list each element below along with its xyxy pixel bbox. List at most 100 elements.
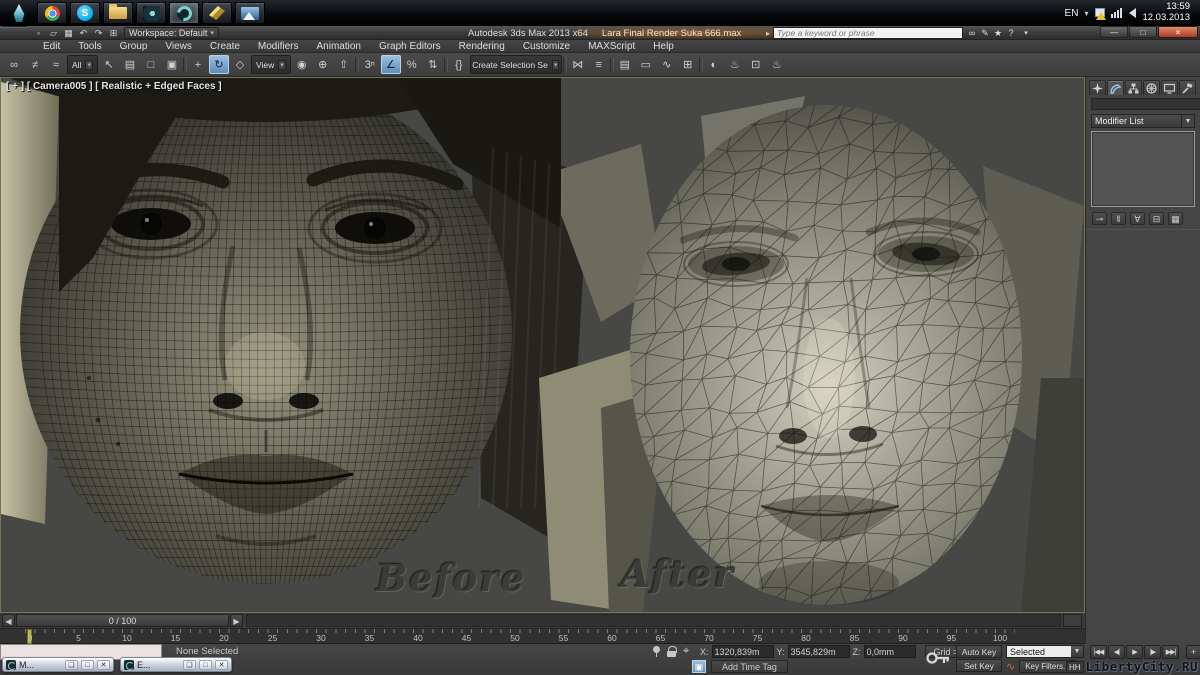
restore-window-icon[interactable]: ❏ — [65, 660, 78, 670]
select-and-move-icon[interactable]: + — [188, 55, 208, 74]
close-window-icon[interactable]: ✕ — [97, 660, 110, 670]
3dsmax-app-icon[interactable] — [169, 2, 199, 24]
goto-end-button[interactable]: ▶▶| — [1162, 645, 1179, 659]
tray-expand-icon[interactable]: ▾ — [1084, 9, 1088, 18]
time-slider-handle[interactable]: 0 / 100 — [16, 614, 229, 627]
curve-editor-icon[interactable]: ∿ — [657, 55, 677, 74]
toolbar-button[interactable] — [355, 57, 359, 73]
toolbar-button[interactable] — [183, 57, 187, 73]
menu-item[interactable]: Tools — [69, 40, 110, 53]
next-frame-button[interactable]: |▶ — [1144, 645, 1161, 659]
layer-manager-icon[interactable]: ▤ — [615, 55, 635, 74]
key-mode-toggle[interactable]: HH — [1066, 661, 1084, 673]
object-name-field[interactable] — [1091, 98, 1200, 110]
snaps-toggle-icon[interactable]: 3ⁿ — [360, 55, 380, 74]
menu-item[interactable]: Help — [644, 40, 683, 53]
menu-item[interactable]: Edit — [34, 40, 69, 53]
modifier-stack-list[interactable] — [1091, 131, 1195, 207]
window-crossing-icon[interactable]: ▣ — [162, 55, 182, 74]
open-file-icon[interactable]: ▱ — [47, 27, 60, 39]
speaker-icon[interactable] — [1129, 8, 1136, 18]
menu-item[interactable]: Views — [156, 40, 201, 53]
schematic-view-icon[interactable]: ⊞ — [678, 55, 698, 74]
utilities-tab[interactable] — [1179, 80, 1196, 95]
minimize-button[interactable]: — — [1100, 26, 1128, 38]
viewport-label[interactable]: [ + ] [ Camera005 ] [ Realistic + Edged … — [6, 81, 222, 92]
paint-app-icon[interactable] — [202, 2, 232, 24]
z-coordinate-field[interactable] — [864, 645, 916, 658]
render-setup-icon[interactable]: ♨ — [725, 55, 745, 74]
photo-viewer-icon[interactable] — [235, 2, 265, 24]
select-and-link-icon[interactable]: ∞ — [4, 55, 24, 74]
reference-coordinate-dropdown[interactable]: View — [251, 55, 291, 74]
select-and-scale-icon[interactable]: ◇ — [230, 55, 250, 74]
selection-lock-toggle-icon[interactable]: ▣ — [692, 660, 706, 673]
hierarchy-tab[interactable] — [1125, 80, 1142, 95]
modify-tab[interactable] — [1107, 80, 1124, 95]
menu-item[interactable]: Graph Editors — [370, 40, 450, 53]
toolbar-button[interactable] — [563, 57, 567, 73]
absolute-offset-toggle-icon[interactable]: ⌖ — [683, 646, 689, 657]
project-folder-icon[interactable]: ⊞ — [107, 27, 120, 39]
help-icon[interactable]: ? — [1005, 28, 1017, 39]
set-keys-key-icon[interactable] — [925, 646, 951, 670]
action-center-flag-icon[interactable] — [1094, 8, 1105, 19]
play-button[interactable]: ▶ — [1126, 645, 1143, 659]
favorites-icon[interactable]: ★ — [992, 28, 1004, 39]
material-editor-icon[interactable]: ◐ — [704, 55, 724, 74]
selection-filter-dropdown[interactable]: All — [67, 55, 98, 74]
slider-end-box[interactable] — [1063, 614, 1082, 627]
display-tab[interactable] — [1161, 80, 1178, 95]
remove-modifier-icon[interactable]: ⊟ — [1149, 212, 1164, 225]
configure-modifier-sets-icon[interactable]: ▦ — [1168, 212, 1183, 225]
minimized-window[interactable]: M... ❏ □ ✕ — [2, 657, 114, 672]
minimized-window[interactable]: E... ❏ □ ✕ — [120, 657, 232, 672]
restore-button[interactable]: □ — [1129, 26, 1157, 38]
make-unique-icon[interactable]: ∀ — [1130, 212, 1145, 225]
add-time-tag-button[interactable]: Add Time Tag — [711, 660, 788, 673]
select-and-rotate-icon[interactable]: ↻ — [209, 55, 229, 74]
set-key-button[interactable]: Set Key — [956, 659, 1002, 672]
maximize-window-icon[interactable]: □ — [81, 660, 94, 670]
launcher-flame-icon[interactable] — [4, 2, 34, 24]
render-production-icon[interactable]: ♨ — [767, 55, 787, 74]
explorer-folder-icon[interactable] — [103, 2, 133, 24]
menu-item[interactable]: MAXScript — [579, 40, 644, 53]
maximize-window-icon[interactable]: □ — [199, 660, 212, 670]
language-indicator[interactable]: EN — [1065, 8, 1079, 19]
track-bar[interactable]: 0510152025303540455055606570758085909510… — [0, 629, 1085, 644]
rendered-frame-icon[interactable]: ⊡ — [746, 55, 766, 74]
menu-item[interactable]: Create — [201, 40, 249, 53]
select-by-name-icon[interactable]: ▤ — [120, 55, 140, 74]
selection-set-keys-dropdown[interactable]: Selected▼ — [1006, 645, 1084, 658]
close-button[interactable]: × — [1158, 26, 1198, 38]
save-file-icon[interactable]: ▦ — [62, 27, 75, 39]
keyboard-override-icon[interactable]: ⇧ — [334, 55, 354, 74]
named-selection-sets-icon[interactable]: {} — [449, 55, 469, 74]
auto-key-button[interactable]: Auto Key — [956, 645, 1002, 658]
goto-start-button[interactable]: |◀◀ — [1090, 645, 1107, 659]
menu-item[interactable]: Animation — [307, 40, 369, 53]
new-scene-icon[interactable]: ▫ — [32, 27, 45, 39]
named-selection-dropdown[interactable]: Create Selection Se — [470, 55, 562, 74]
tray-clock[interactable]: 13:59 12.03.2013 — [1142, 2, 1194, 24]
restore-window-icon[interactable]: ❏ — [183, 660, 196, 670]
menu-item[interactable]: Modifiers — [249, 40, 308, 53]
y-coordinate-field[interactable] — [788, 645, 850, 658]
align-icon[interactable]: ≡ — [589, 55, 609, 74]
rectangular-selection-icon[interactable]: □ — [141, 55, 161, 74]
ribbon-toggle-icon[interactable]: ▭ — [636, 55, 656, 74]
menu-item[interactable]: Group — [111, 40, 157, 53]
create-tab[interactable] — [1089, 80, 1106, 95]
prev-frame-button[interactable]: ◀| — [1108, 645, 1125, 659]
percent-snap-icon[interactable]: % — [402, 55, 422, 74]
sign-in-icon[interactable]: ✎ — [979, 28, 991, 39]
camera-viewport[interactable]: [ + ] [ Camera005 ] [ Realistic + Edged … — [0, 77, 1085, 613]
select-and-manipulate-icon[interactable]: ⊕ — [313, 55, 333, 74]
default-tangent-icon[interactable]: ∿ — [1006, 660, 1015, 673]
toolbar-button[interactable] — [699, 57, 703, 73]
modifier-list-dropdown[interactable]: Modifier List▼ — [1091, 114, 1195, 128]
toolbar-button[interactable] — [444, 57, 448, 73]
network-icon[interactable] — [1111, 8, 1123, 18]
time-slider-track[interactable] — [246, 614, 1061, 627]
